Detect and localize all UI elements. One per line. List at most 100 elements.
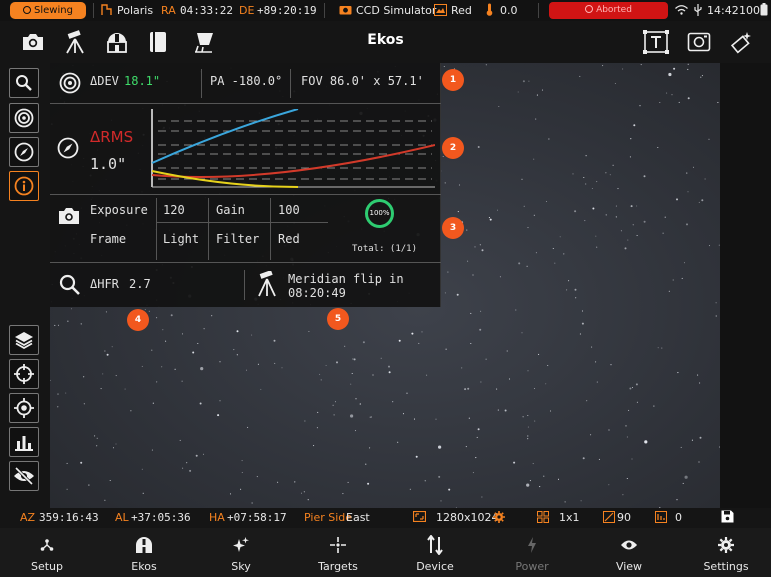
ha-label: HA bbox=[209, 511, 225, 524]
star bbox=[682, 482, 684, 484]
temperature-value: 0.0 bbox=[500, 4, 518, 17]
star bbox=[179, 439, 181, 441]
star bbox=[677, 372, 679, 374]
aborted-badge[interactable]: Aborted bbox=[549, 2, 668, 19]
star bbox=[591, 346, 593, 348]
ddev-label: ΔDEV bbox=[90, 74, 119, 88]
search-button[interactable] bbox=[9, 68, 39, 98]
filter-value: Red bbox=[278, 232, 300, 246]
star bbox=[635, 383, 638, 386]
text-frame-icon[interactable] bbox=[642, 29, 670, 55]
star bbox=[548, 138, 550, 140]
nav-settings-label: Settings bbox=[703, 560, 749, 573]
nav-targets[interactable]: Targets bbox=[293, 528, 383, 577]
nav-view[interactable]: View bbox=[584, 528, 674, 577]
star bbox=[467, 387, 470, 390]
gps-button[interactable] bbox=[9, 393, 39, 423]
star bbox=[536, 94, 538, 96]
star bbox=[236, 354, 238, 356]
swap-vertical-icon bbox=[390, 535, 480, 555]
gear-icon[interactable] bbox=[493, 508, 505, 528]
star bbox=[397, 441, 399, 443]
star bbox=[458, 184, 461, 186]
star bbox=[141, 468, 143, 470]
bottom-info-bar: AZ 359:16:43 AL +37:05:36 HA +07:58:17 P… bbox=[0, 508, 771, 528]
nav-sky[interactable]: Sky bbox=[196, 528, 286, 577]
star bbox=[181, 380, 183, 382]
callout-2: 2 bbox=[442, 137, 464, 159]
nav-setup[interactable]: Setup bbox=[2, 528, 92, 577]
star bbox=[605, 172, 607, 174]
star bbox=[468, 417, 470, 419]
nav-settings[interactable]: Settings bbox=[681, 528, 771, 577]
image-frame-icon[interactable] bbox=[685, 29, 713, 55]
star bbox=[668, 72, 672, 77]
star bbox=[448, 488, 451, 491]
star bbox=[598, 458, 600, 460]
star bbox=[380, 357, 382, 359]
star bbox=[202, 453, 205, 455]
thermometer-icon bbox=[486, 0, 493, 21]
star bbox=[636, 205, 638, 207]
star bbox=[592, 207, 595, 210]
star bbox=[192, 351, 195, 354]
star bbox=[369, 416, 371, 418]
star bbox=[535, 252, 537, 254]
star bbox=[229, 493, 232, 495]
wand-icon[interactable] bbox=[727, 29, 755, 55]
save-icon[interactable] bbox=[721, 508, 734, 528]
histogram-button[interactable] bbox=[9, 427, 39, 457]
star bbox=[388, 371, 391, 374]
target-button[interactable] bbox=[9, 103, 39, 133]
star bbox=[631, 386, 634, 389]
offset-icon bbox=[655, 508, 667, 528]
layers-button[interactable] bbox=[9, 325, 39, 355]
star bbox=[470, 312, 472, 314]
star bbox=[112, 447, 115, 449]
star bbox=[533, 158, 535, 160]
star bbox=[653, 405, 655, 407]
nav-device[interactable]: Device bbox=[390, 528, 480, 577]
star bbox=[413, 418, 416, 420]
de-label: DE bbox=[239, 4, 255, 17]
star bbox=[532, 463, 534, 465]
star bbox=[233, 349, 235, 351]
info-icon bbox=[14, 176, 34, 196]
star bbox=[534, 420, 536, 422]
star bbox=[83, 376, 85, 378]
star bbox=[240, 488, 242, 490]
star bbox=[522, 80, 525, 83]
star bbox=[704, 178, 706, 180]
compass-button[interactable] bbox=[9, 137, 39, 167]
divider bbox=[244, 270, 245, 300]
crosshair-icon bbox=[293, 536, 383, 554]
info-button[interactable] bbox=[9, 171, 39, 201]
nav-power[interactable]: Power bbox=[487, 528, 577, 577]
star bbox=[547, 364, 549, 367]
star bbox=[445, 348, 447, 350]
crosshair-button[interactable] bbox=[9, 359, 39, 389]
hide-overlay-button[interactable] bbox=[9, 461, 39, 491]
star bbox=[583, 176, 585, 179]
star bbox=[701, 199, 704, 202]
right-strip bbox=[720, 63, 771, 508]
star bbox=[681, 277, 683, 279]
star bbox=[700, 76, 702, 78]
progress-value: 100% bbox=[369, 209, 390, 217]
star bbox=[80, 461, 83, 464]
star bbox=[680, 446, 682, 448]
nav-ekos[interactable]: Ekos bbox=[99, 528, 189, 577]
star bbox=[498, 105, 500, 108]
star bbox=[409, 488, 411, 490]
slewing-badge[interactable]: Slewing bbox=[10, 2, 86, 19]
star bbox=[156, 381, 158, 383]
star bbox=[273, 339, 276, 342]
nav-device-label: Device bbox=[416, 560, 454, 573]
star bbox=[277, 481, 279, 483]
star bbox=[539, 486, 541, 488]
star bbox=[444, 182, 446, 184]
star bbox=[629, 387, 632, 390]
target-name: Polaris bbox=[117, 4, 154, 17]
star bbox=[256, 476, 258, 478]
star bbox=[447, 271, 449, 273]
